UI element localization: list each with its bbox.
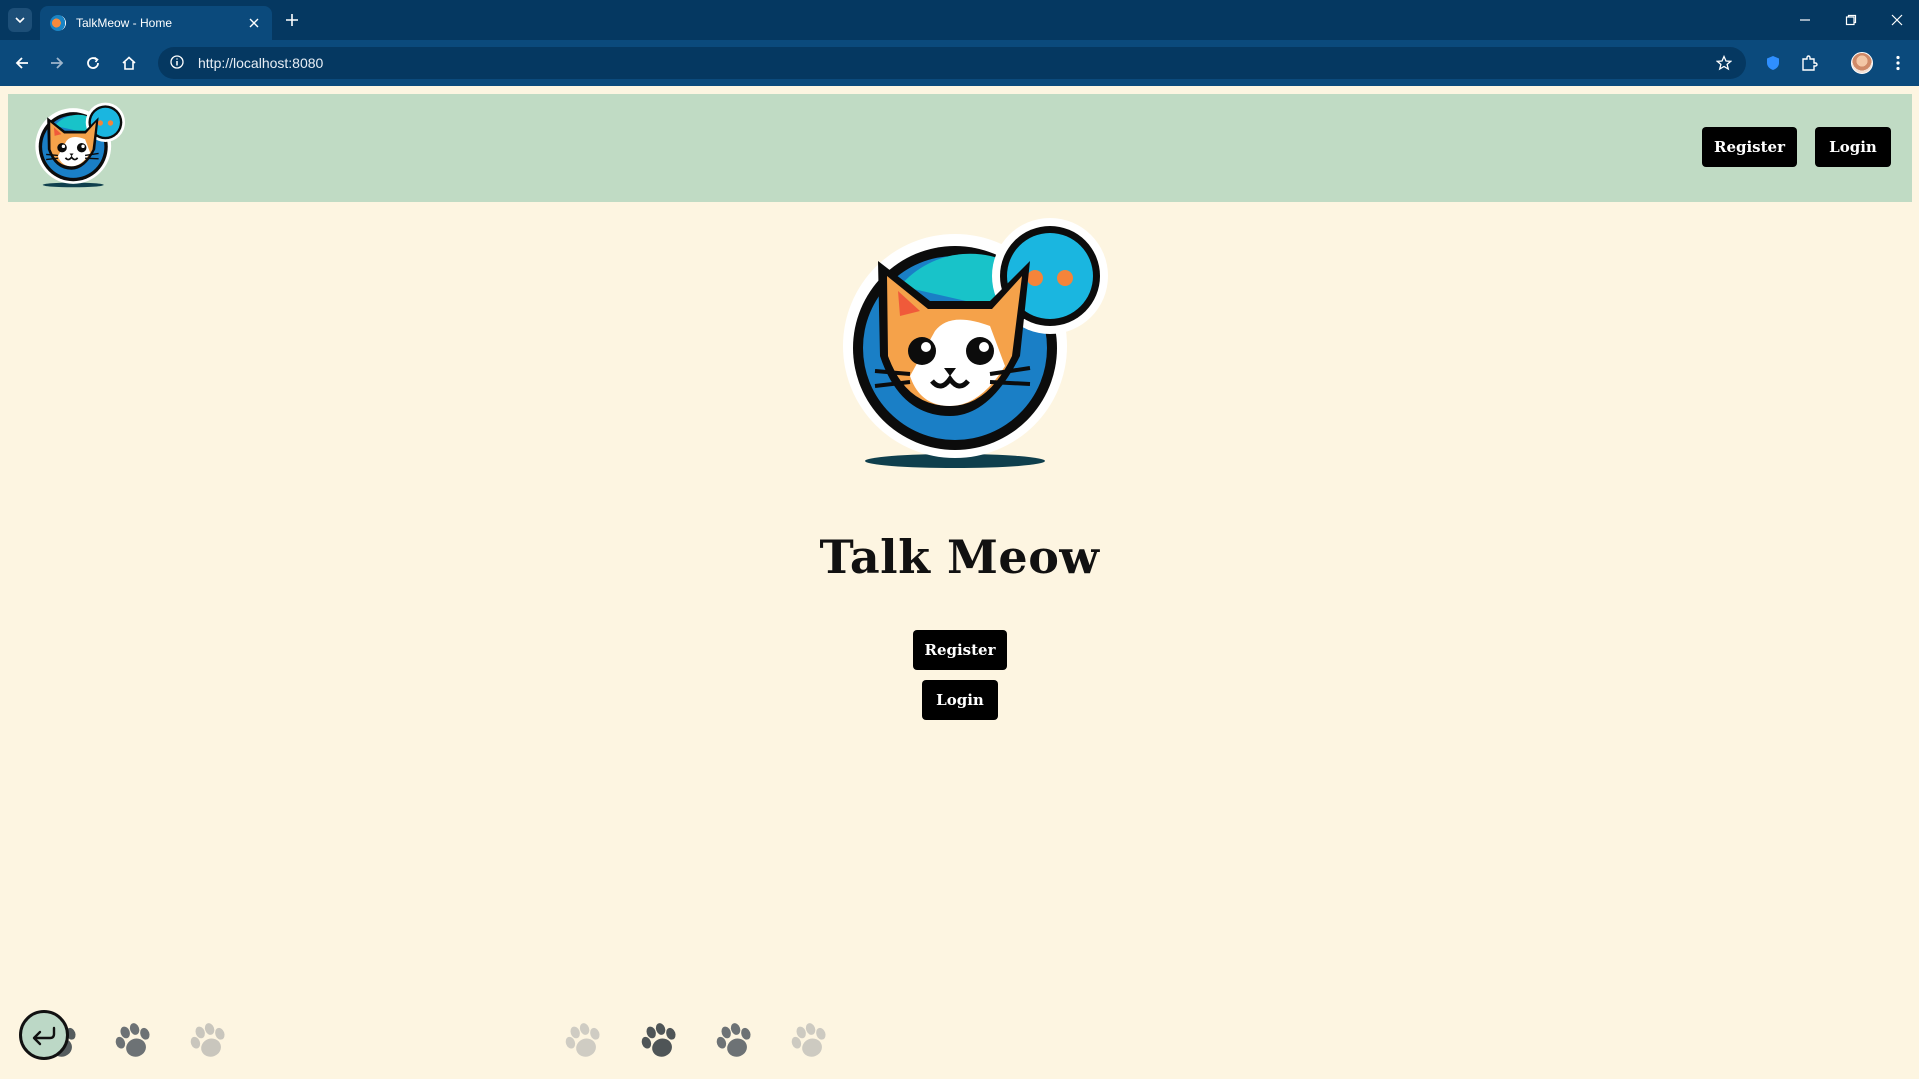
browser-tab-strip: TalkMeow - Home xyxy=(0,0,1919,40)
top-navbar: Register Login xyxy=(8,94,1912,202)
navbar-login-button[interactable]: Login xyxy=(1815,127,1891,167)
reload-icon[interactable] xyxy=(80,50,106,76)
home-icon[interactable] xyxy=(116,50,142,76)
paw-icon xyxy=(641,1023,676,1057)
paw-icon xyxy=(115,1023,150,1057)
paw-icon xyxy=(791,1023,826,1057)
star-icon[interactable] xyxy=(1714,53,1734,73)
cat-logo-icon[interactable] xyxy=(34,102,126,190)
back-arrow-icon[interactable] xyxy=(9,50,35,76)
close-icon[interactable] xyxy=(246,15,262,31)
page-title: Talk Meow xyxy=(819,530,1100,584)
address-bar[interactable]: http://localhost:8080 xyxy=(158,47,1746,79)
puzzle-icon[interactable] xyxy=(1798,52,1820,74)
navbar-register-button[interactable]: Register xyxy=(1702,127,1797,167)
restore-icon[interactable] xyxy=(1838,8,1864,32)
page-body: Register Login Talk Meow Register Login xyxy=(0,86,1919,1079)
paw-icon xyxy=(190,1023,225,1057)
kebab-menu-icon[interactable] xyxy=(1887,52,1909,74)
plus-icon[interactable] xyxy=(282,10,302,30)
hero-cat-logo-icon xyxy=(843,218,1108,468)
info-icon[interactable] xyxy=(170,54,184,73)
paw-icon xyxy=(716,1023,751,1057)
shield-icon[interactable] xyxy=(1762,52,1784,74)
browser-tab[interactable]: TalkMeow - Home xyxy=(40,6,272,40)
tab-favicon-icon xyxy=(50,15,66,31)
close-window-icon[interactable] xyxy=(1884,8,1910,32)
login-button[interactable]: Login xyxy=(922,680,998,720)
url-text: http://localhost:8080 xyxy=(198,55,324,71)
minimize-icon[interactable] xyxy=(1792,8,1818,32)
tab-title: TalkMeow - Home xyxy=(76,16,173,30)
forward-arrow-icon[interactable] xyxy=(44,50,70,76)
tab-search-icon[interactable] xyxy=(8,8,32,32)
return-arrow-icon[interactable] xyxy=(19,1010,69,1060)
profile-avatar[interactable] xyxy=(1851,52,1873,74)
paw-icon xyxy=(565,1023,600,1057)
browser-toolbar: http://localhost:8080 xyxy=(0,40,1919,86)
register-button[interactable]: Register xyxy=(913,630,1007,670)
